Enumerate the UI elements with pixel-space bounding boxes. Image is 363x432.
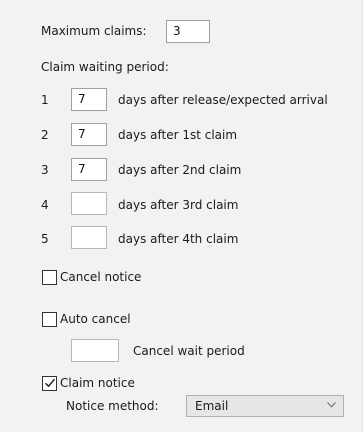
- waiting-period-row-label: days after release/expected arrival: [118, 93, 328, 107]
- waiting-period-days-input[interactable]: 7: [71, 88, 107, 111]
- waiting-period-row-number: 3: [41, 163, 49, 177]
- waiting-period-row-number: 2: [41, 128, 49, 142]
- auto-cancel-checkbox[interactable]: [42, 312, 57, 327]
- cancel-wait-period-label: Cancel wait period: [133, 344, 245, 358]
- checkmark-icon: [45, 378, 56, 388]
- notice-method-label: Notice method:: [66, 399, 159, 413]
- maximum-claims-label: Maximum claims:: [41, 24, 147, 38]
- claims-settings-panel: Maximum claims: 3 Claim waiting period: …: [0, 0, 363, 432]
- auto-cancel-label[interactable]: Auto cancel: [60, 311, 131, 327]
- chevron-down-icon: [327, 402, 336, 408]
- waiting-period-days-input[interactable]: 7: [71, 123, 107, 146]
- waiting-period-row-label: days after 1st claim: [118, 128, 238, 142]
- waiting-period-row-number: 5: [41, 232, 49, 246]
- claim-notice-label[interactable]: Claim notice: [60, 375, 135, 391]
- cancel-wait-period-input[interactable]: [71, 339, 119, 362]
- waiting-period-row-label: days after 3rd claim: [118, 198, 239, 212]
- waiting-period-row-number: 4: [41, 198, 49, 212]
- claim-waiting-period-heading: Claim waiting period:: [41, 60, 169, 74]
- waiting-period-row-label: days after 2nd claim: [118, 163, 242, 177]
- cancel-notice-label[interactable]: Cancel notice: [60, 269, 141, 285]
- waiting-period-row-number: 1: [41, 93, 49, 107]
- waiting-period-row-label: days after 4th claim: [118, 232, 239, 246]
- notice-method-select[interactable]: Email: [186, 395, 344, 417]
- maximum-claims-input[interactable]: 3: [166, 20, 210, 43]
- waiting-period-days-input[interactable]: 7: [71, 158, 107, 181]
- waiting-period-days-input[interactable]: [71, 226, 107, 249]
- cancel-notice-checkbox[interactable]: [42, 270, 57, 285]
- waiting-period-days-input[interactable]: [71, 192, 107, 215]
- claim-notice-checkbox[interactable]: [42, 376, 57, 391]
- notice-method-value: Email: [195, 399, 229, 413]
